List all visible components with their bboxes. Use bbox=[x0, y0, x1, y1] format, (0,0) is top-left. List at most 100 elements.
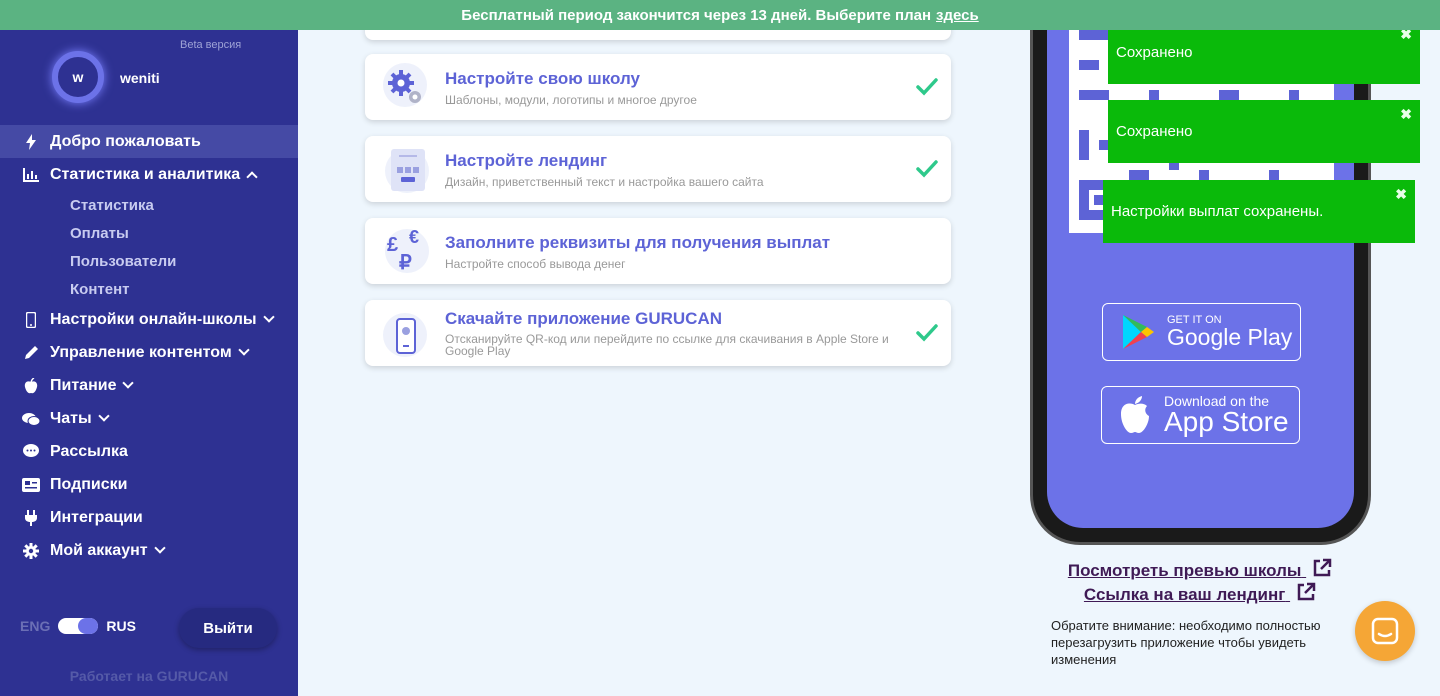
app-store-big: App Store bbox=[1164, 406, 1289, 437]
sidebar-item-label: Добро пожаловать bbox=[50, 132, 201, 150]
svg-text:₽: ₽ bbox=[399, 252, 412, 274]
card-title: Заполните реквизиты для получения выплат bbox=[445, 233, 831, 252]
lang-eng-label[interactable]: ENG bbox=[20, 618, 50, 634]
app-store-text: Download on the App Store bbox=[1164, 394, 1289, 436]
google-play-icon bbox=[1123, 315, 1154, 349]
avatar-letter: w bbox=[72, 69, 84, 85]
card-icon bbox=[22, 476, 40, 494]
trial-banner-text: Бесплатный период закончится через 13 дн… bbox=[461, 6, 932, 24]
card-description: Дизайн, приветственный текст и настройка… bbox=[445, 175, 764, 189]
onboarding-card-app[interactable]: Скачайте приложение GURUCAN Отсканируйте… bbox=[365, 300, 951, 366]
reload-note: Обратите внимание: необходимо полностью … bbox=[1051, 618, 1321, 667]
external-link-icon bbox=[1313, 558, 1332, 577]
apple-icon bbox=[22, 377, 40, 395]
check-icon bbox=[916, 160, 938, 178]
onboarding-card-payouts[interactable]: £ € ₽ Заполните реквизиты для получения вы… bbox=[365, 218, 951, 284]
svg-text:€: € bbox=[409, 227, 419, 247]
chats-icon bbox=[22, 410, 40, 428]
sidebar-item-integrations[interactable]: Интеграции bbox=[0, 501, 298, 534]
sidebar-item-nutrition[interactable]: Питание bbox=[0, 369, 298, 402]
card-description: Шаблоны, модули, логотипы и многое друго… bbox=[445, 93, 697, 107]
comment-icon bbox=[22, 443, 40, 461]
sidebar-nav: Добро пожаловать Статистика и аналитика … bbox=[0, 125, 298, 567]
trial-banner: Бесплатный период закончится через 13 дн… bbox=[0, 0, 1440, 30]
google-play-big: Google Play bbox=[1167, 324, 1293, 350]
gears-icon bbox=[379, 59, 435, 115]
card-description: Настройте способ вывода денег bbox=[445, 257, 626, 271]
sidebar-item-chats[interactable]: Чаты bbox=[0, 402, 298, 435]
lang-rus-label[interactable]: RUS bbox=[106, 618, 136, 634]
sidebar-item-statistics[interactable]: Статистика и аналитика bbox=[0, 158, 298, 191]
chevron-down-icon bbox=[122, 377, 135, 389]
preview-school-label: Посмотреть превью школы bbox=[1067, 561, 1302, 580]
sidebar-item-label: Управление контентом bbox=[50, 343, 232, 361]
sidebar-item-label: Рассылка bbox=[50, 442, 128, 460]
close-icon[interactable]: ✖ bbox=[1400, 106, 1412, 123]
card-title: Настройте лендинг bbox=[445, 151, 608, 170]
sidebar-item-mailing[interactable]: Рассылка bbox=[0, 435, 298, 468]
sidebar-item-account[interactable]: Мой аккаунт bbox=[0, 534, 298, 567]
sidebar-item-label: Питание bbox=[50, 376, 117, 394]
sidebar-subitem-payments[interactable]: Оплаты bbox=[0, 219, 298, 247]
chevron-up-icon bbox=[246, 170, 258, 183]
card-title: Скачайте приложение GURUCAN bbox=[445, 309, 722, 328]
check-icon bbox=[916, 78, 938, 96]
avatar[interactable]: w bbox=[52, 51, 104, 103]
google-play-button[interactable]: GET IT ON Google Play bbox=[1102, 303, 1301, 361]
toast-saved: Сохранено ✖ bbox=[1108, 100, 1420, 163]
preview-school-link[interactable]: Посмотреть превью школы bbox=[1060, 558, 1340, 581]
sidebar-item-welcome[interactable]: Добро пожаловать bbox=[0, 125, 298, 158]
mobile-app-icon bbox=[379, 305, 435, 361]
gear-icon bbox=[22, 542, 40, 560]
powered-by: Работает на GURUCAN bbox=[69, 668, 229, 684]
plug-icon bbox=[22, 509, 40, 527]
sidebar-subitem-stats[interactable]: Статистика bbox=[0, 191, 298, 219]
sidebar-item-label: Статистика и аналитика bbox=[50, 165, 241, 183]
chart-icon bbox=[22, 166, 40, 184]
sidebar-item-school-settings[interactable]: Настройки онлайн-школы bbox=[0, 303, 298, 336]
close-icon[interactable]: ✖ bbox=[1395, 186, 1407, 203]
chevron-down-icon bbox=[262, 311, 275, 323]
app-store-button[interactable]: Download on the App Store bbox=[1101, 386, 1300, 444]
logout-button[interactable]: Выйти bbox=[179, 608, 277, 648]
sidebar: Beta версия w weniti Добро пожаловать Ст… bbox=[0, 30, 298, 696]
choose-plan-link[interactable]: здесь bbox=[936, 7, 979, 24]
sidebar-item-label: Чаты bbox=[50, 409, 92, 427]
sidebar-item-subscriptions[interactable]: Подписки bbox=[0, 468, 298, 501]
toast-text: Сохранено bbox=[1116, 43, 1193, 61]
chevron-down-icon bbox=[237, 344, 250, 356]
toggle-knob bbox=[78, 618, 99, 634]
onboarding-card-school[interactable]: Настройте свою школу Шаблоны, модули, ло… bbox=[365, 54, 951, 120]
sidebar-item-label: Мой аккаунт bbox=[50, 541, 148, 559]
username: weniti bbox=[120, 70, 160, 86]
toast-text: Сохранено bbox=[1116, 123, 1193, 140]
svg-text:£: £ bbox=[387, 234, 398, 256]
check-icon bbox=[916, 324, 938, 342]
toast-payouts-saved: Настройки выплат сохранены. ✖ bbox=[1103, 180, 1415, 243]
card-title: Настройте свою школу bbox=[445, 69, 640, 88]
landing-link[interactable]: Ссылка на ваш лендинг bbox=[1060, 582, 1340, 605]
sidebar-item-label: Настройки онлайн-школы bbox=[50, 310, 257, 328]
landing-page-icon bbox=[379, 141, 435, 197]
onboarding-card-landing[interactable]: Настройте лендинг Дизайн, приветственный… bbox=[365, 136, 951, 202]
beta-label: Beta версия bbox=[180, 39, 242, 51]
chevron-down-icon bbox=[97, 410, 110, 422]
phone-icon bbox=[22, 311, 40, 329]
language-toggle[interactable] bbox=[58, 618, 99, 634]
sidebar-item-content-management[interactable]: Управление контентом bbox=[0, 336, 298, 369]
pencil-icon bbox=[22, 344, 40, 362]
chat-widget-button[interactable] bbox=[1355, 601, 1415, 661]
sidebar-subitem-users[interactable]: Пользователи bbox=[0, 247, 298, 275]
google-play-text: GET IT ON Google Play bbox=[1167, 315, 1292, 349]
toast-text: Настройки выплат сохранены. bbox=[1111, 203, 1324, 220]
language-switch: ENG RUS bbox=[20, 618, 136, 634]
sidebar-item-label: Подписки bbox=[50, 475, 128, 493]
card-description: Отсканируйте QR-код или перейдите по ссы… bbox=[445, 332, 889, 358]
sidebar-subitem-content[interactable]: Контент bbox=[0, 275, 298, 303]
external-link-icon bbox=[1297, 582, 1316, 601]
currency-icon: £ € ₽ bbox=[379, 223, 435, 279]
chevron-down-icon bbox=[153, 542, 166, 554]
landing-link-label: Ссылка на ваш лендинг bbox=[1083, 585, 1286, 604]
bolt-icon bbox=[22, 133, 40, 151]
chat-icon bbox=[1371, 617, 1399, 645]
